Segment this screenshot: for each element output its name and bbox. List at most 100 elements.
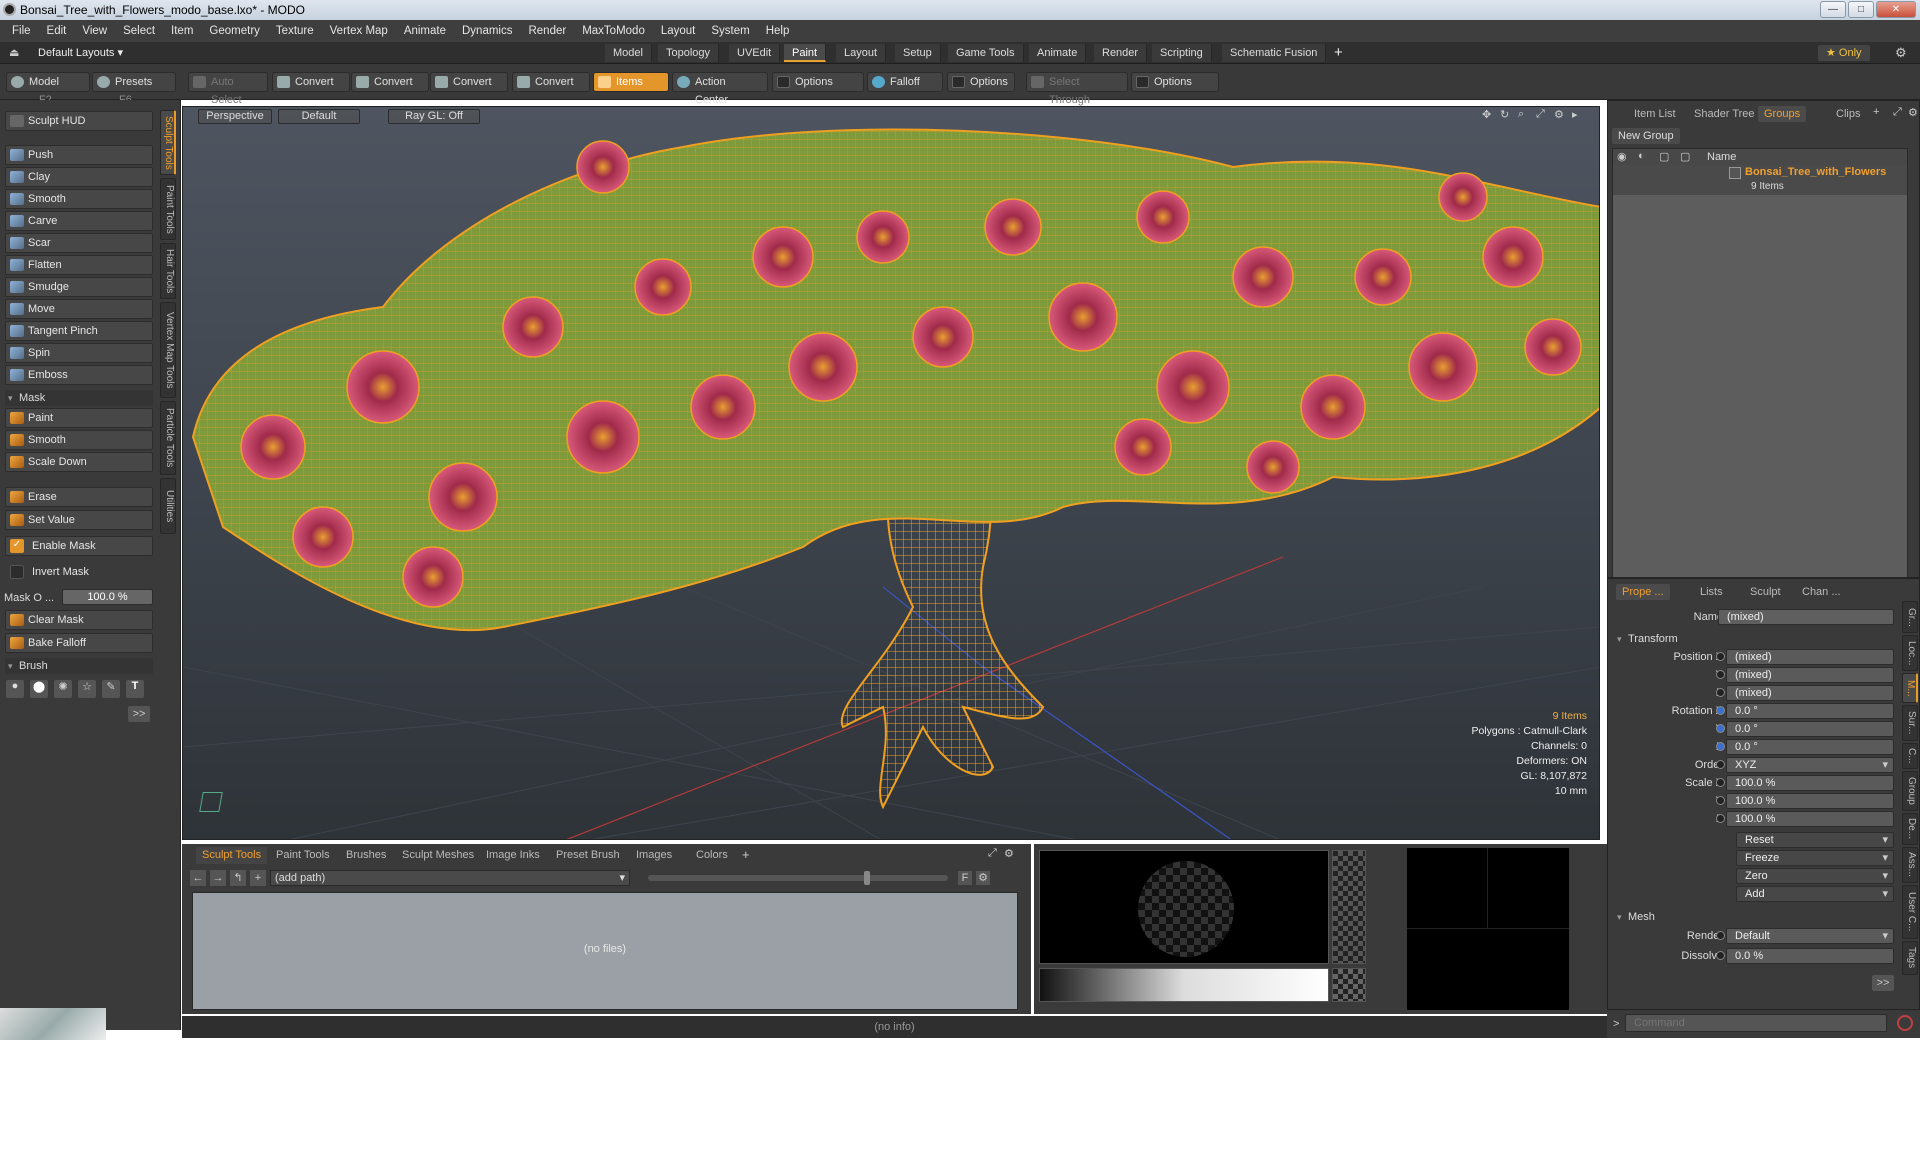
- tab-animate[interactable]: Animate: [1029, 44, 1087, 62]
- side-tab-mesh[interactable]: M...: [1902, 673, 1918, 703]
- tab-lists[interactable]: Lists: [1694, 584, 1729, 600]
- tool-spin[interactable]: Spin: [5, 343, 153, 363]
- mask-smooth-button[interactable]: Smooth: [5, 430, 153, 450]
- scale-x-field[interactable]: 100.0 %: [1726, 775, 1894, 791]
- thumbnail-size-slider[interactable]: [648, 871, 948, 885]
- anim-dot-icon[interactable]: [1716, 688, 1725, 697]
- tab-channels[interactable]: Chan ...: [1796, 584, 1847, 600]
- model-button[interactable]: Model F2: [6, 72, 90, 106]
- add-panel-icon[interactable]: +: [1873, 106, 1879, 118]
- mask-paint-button[interactable]: Paint: [5, 408, 153, 428]
- position-x-field[interactable]: (mixed): [1726, 649, 1894, 665]
- minimize-button[interactable]: —: [1820, 1, 1846, 18]
- anim-dot-icon[interactable]: [1716, 706, 1725, 715]
- btab-colors[interactable]: Colors: [690, 847, 734, 864]
- mesh-section[interactable]: Mesh: [1614, 909, 1904, 925]
- mask-opacity-field[interactable]: 100.0 %: [62, 589, 153, 605]
- record-icon[interactable]: [1897, 1015, 1913, 1031]
- menu-animate[interactable]: Animate: [396, 20, 454, 42]
- side-tab-user-channels[interactable]: User C...: [1902, 885, 1918, 939]
- rotation-y-field[interactable]: 0.0 °: [1726, 721, 1894, 737]
- convert-vertices-button[interactable]: Convert: [272, 72, 350, 92]
- items-button[interactable]: Items: [593, 72, 669, 92]
- render-dropdown[interactable]: Default: [1726, 928, 1894, 944]
- tab-scripting[interactable]: Scripting: [1152, 44, 1212, 62]
- side-tab-group[interactable]: Group: [1902, 771, 1918, 811]
- side-tab-surface[interactable]: Sur...: [1902, 705, 1918, 741]
- tab-game-tools[interactable]: Game Tools: [948, 44, 1024, 62]
- view-type-dropdown[interactable]: Perspective: [198, 109, 272, 124]
- btab-brushes[interactable]: Brushes: [340, 847, 392, 864]
- btab-image-inks[interactable]: Image Inks: [480, 847, 546, 864]
- tab-render[interactable]: Render: [1094, 44, 1148, 62]
- vtab-paint-tools[interactable]: Paint Tools: [160, 178, 176, 240]
- visibility-eye-icon[interactable]: ◉: [1617, 150, 1627, 163]
- splatter-brush-icon[interactable]: ✺: [54, 680, 72, 698]
- bottom-settings-icon[interactable]: ⚙: [1004, 847, 1014, 860]
- hard-brush-icon[interactable]: ⬤: [30, 680, 48, 698]
- btab-sculpt-tools[interactable]: Sculpt Tools: [196, 847, 268, 864]
- enable-mask-checkbox[interactable]: ✓ Enable Mask: [5, 536, 153, 556]
- forward-arrow-icon[interactable]: →: [210, 870, 226, 886]
- vtab-sculpt-tools[interactable]: Sculpt Tools: [160, 110, 176, 175]
- viewport-menu-icon[interactable]: ▸: [1572, 108, 1578, 121]
- tool-scar[interactable]: Scar: [5, 233, 153, 253]
- tab-clips[interactable]: Clips: [1830, 106, 1866, 122]
- bottom-expand-icon[interactable]: ⤢: [988, 847, 997, 860]
- menu-texture[interactable]: Texture: [268, 20, 322, 42]
- tool-flatten[interactable]: Flatten: [5, 255, 153, 275]
- add-path-icon[interactable]: +: [250, 870, 266, 886]
- btab-paint-tools[interactable]: Paint Tools: [270, 847, 336, 864]
- tab-shader-tree[interactable]: Shader Tree: [1688, 106, 1761, 122]
- more-button[interactable]: >>: [128, 706, 150, 722]
- anim-dot-icon[interactable]: [1716, 778, 1725, 787]
- menu-view[interactable]: View: [74, 20, 115, 42]
- command-input[interactable]: [1625, 1014, 1887, 1032]
- vtab-utilities[interactable]: Utilities: [160, 478, 176, 534]
- menu-file[interactable]: File: [0, 20, 39, 42]
- presets-button[interactable]: Presets F6: [92, 72, 176, 106]
- maximize-button[interactable]: □: [1848, 1, 1874, 18]
- back-arrow-icon[interactable]: ←: [190, 870, 206, 886]
- scale-z-field[interactable]: 100.0 %: [1726, 811, 1894, 827]
- transform-section[interactable]: Transform: [1614, 631, 1904, 647]
- dissolve-field[interactable]: 0.0 %: [1726, 948, 1894, 964]
- side-tab-deformers[interactable]: De...: [1902, 813, 1918, 845]
- star-brush-icon[interactable]: ☆: [78, 680, 96, 698]
- tab-paint[interactable]: Paint: [784, 44, 827, 62]
- tab-setup[interactable]: Setup: [895, 44, 941, 62]
- rotation-x-field[interactable]: 0.0 °: [1726, 703, 1894, 719]
- menu-layout[interactable]: Layout: [653, 20, 704, 42]
- group-row[interactable]: Bonsai_Tree_with_Flowers 9 Items: [1613, 165, 1907, 195]
- close-button[interactable]: ✕: [1876, 1, 1916, 18]
- vtab-particle-tools[interactable]: Particle Tools: [160, 401, 176, 475]
- anim-dot-icon[interactable]: [1716, 814, 1725, 823]
- tool-smudge[interactable]: Smudge: [5, 277, 153, 297]
- falloff-options-button[interactable]: Options: [947, 72, 1015, 92]
- viewport-settings-icon[interactable]: ⚙: [1554, 108, 1564, 121]
- filter-button[interactable]: F: [958, 871, 972, 885]
- new-group-button[interactable]: New Group: [1612, 128, 1680, 144]
- menu-dynamics[interactable]: Dynamics: [454, 20, 520, 42]
- sculpt-hud-button[interactable]: Sculpt HUD: [5, 111, 153, 131]
- side-tab-assembly[interactable]: Ass...: [1902, 847, 1918, 883]
- clear-mask-button[interactable]: Clear Mask: [5, 610, 153, 630]
- render-icon[interactable]: ◐: [1638, 150, 1645, 162]
- tab-model[interactable]: Model: [605, 44, 652, 62]
- tool-push[interactable]: Push: [5, 145, 153, 165]
- anim-dot-icon[interactable]: [1716, 742, 1725, 751]
- tab-schematic-fusion[interactable]: Schematic Fusion: [1222, 44, 1327, 62]
- add-tab-button[interactable]: +: [1334, 44, 1343, 61]
- menu-select[interactable]: Select: [115, 20, 163, 42]
- erase-button[interactable]: Erase: [5, 487, 153, 507]
- anim-dot-icon[interactable]: [1716, 652, 1725, 661]
- brush-section-header[interactable]: Brush: [5, 658, 153, 674]
- select-options-button[interactable]: Options: [1131, 72, 1219, 92]
- anim-dot-icon[interactable]: [1716, 760, 1725, 769]
- layout-home-icon[interactable]: ⏏: [9, 46, 19, 59]
- select-icon[interactable]: ▢: [1680, 150, 1690, 163]
- tool-emboss[interactable]: Emboss: [5, 365, 153, 385]
- tab-uvedit[interactable]: UVEdit: [729, 44, 781, 62]
- btab-add[interactable]: +: [742, 847, 750, 862]
- menu-help[interactable]: Help: [758, 20, 798, 42]
